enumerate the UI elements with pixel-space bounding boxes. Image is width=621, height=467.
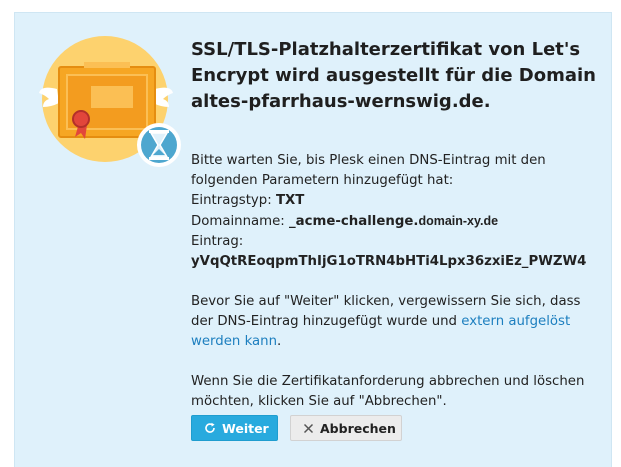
dialog-panel: SSL/TLS-Platzhalterzertifikat von Let's … — [14, 12, 612, 467]
confirm-suffix: . — [277, 334, 282, 349]
dialog-content: SSL/TLS-Platzhalterzertifikat von Let's … — [191, 37, 596, 412]
title-line: SSL/TLS-Platzhalterzertifikat von Let's — [191, 39, 581, 60]
intro-text: Bitte warten Sie, bis Plesk einen DNS-Ei… — [191, 153, 546, 168]
cancel-info-line: möchten, klicken Sie auf "Abbrechen". — [191, 394, 447, 409]
dns-parameters-text: Bitte warten Sie, bis Plesk einen DNS-Ei… — [191, 151, 596, 272]
continue-button[interactable]: Weiter — [191, 415, 278, 441]
button-bar: Weiter Abbrechen — [191, 415, 402, 441]
title-line: altes-pfarrhaus-wernswig.de. — [191, 91, 491, 112]
refresh-icon — [204, 422, 216, 434]
cancel-button[interactable]: Abbrechen — [290, 415, 402, 441]
intro-text: folgenden Parametern hinzugefügt hat: — [191, 173, 454, 188]
cancel-info-text: Wenn Sie die Zertifikatanforderung abbre… — [191, 372, 596, 412]
close-icon — [303, 423, 314, 434]
cancel-button-label: Abbrechen — [320, 420, 396, 436]
entry-label: Eintrag: — [191, 234, 244, 249]
record-type-value: TXT — [275, 193, 305, 208]
dialog-title: SSL/TLS-Platzhalterzertifikat von Let's … — [191, 37, 596, 115]
confirm-line: der DNS-Eintrag hinzugefügt wurde und — [191, 314, 458, 329]
cancel-info-line: Wenn Sie die Zertifikatanforderung abbre… — [191, 374, 585, 389]
title-line: Encrypt wird ausgestellt für die Domain — [191, 65, 596, 86]
certificate-hourglass-icon — [39, 33, 183, 173]
domain-name-value-domain: domain-xy.de — [418, 214, 499, 228]
confirm-line: Bevor Sie auf "Weiter" klicken, vergewis… — [191, 294, 581, 309]
entry-value: yVqQtREoqpmThIjG1oTRN4bHTi4Lpx36zxiEz_PW… — [191, 254, 587, 269]
domain-name-value: _acme-challenge. — [289, 214, 419, 229]
record-type-label: Eintragstyp: — [191, 193, 272, 208]
domain-name-label: Domainname: — [191, 214, 285, 229]
confirm-text: Bevor Sie auf "Weiter" klicken, vergewis… — [191, 292, 596, 352]
continue-button-label: Weiter — [222, 420, 269, 436]
